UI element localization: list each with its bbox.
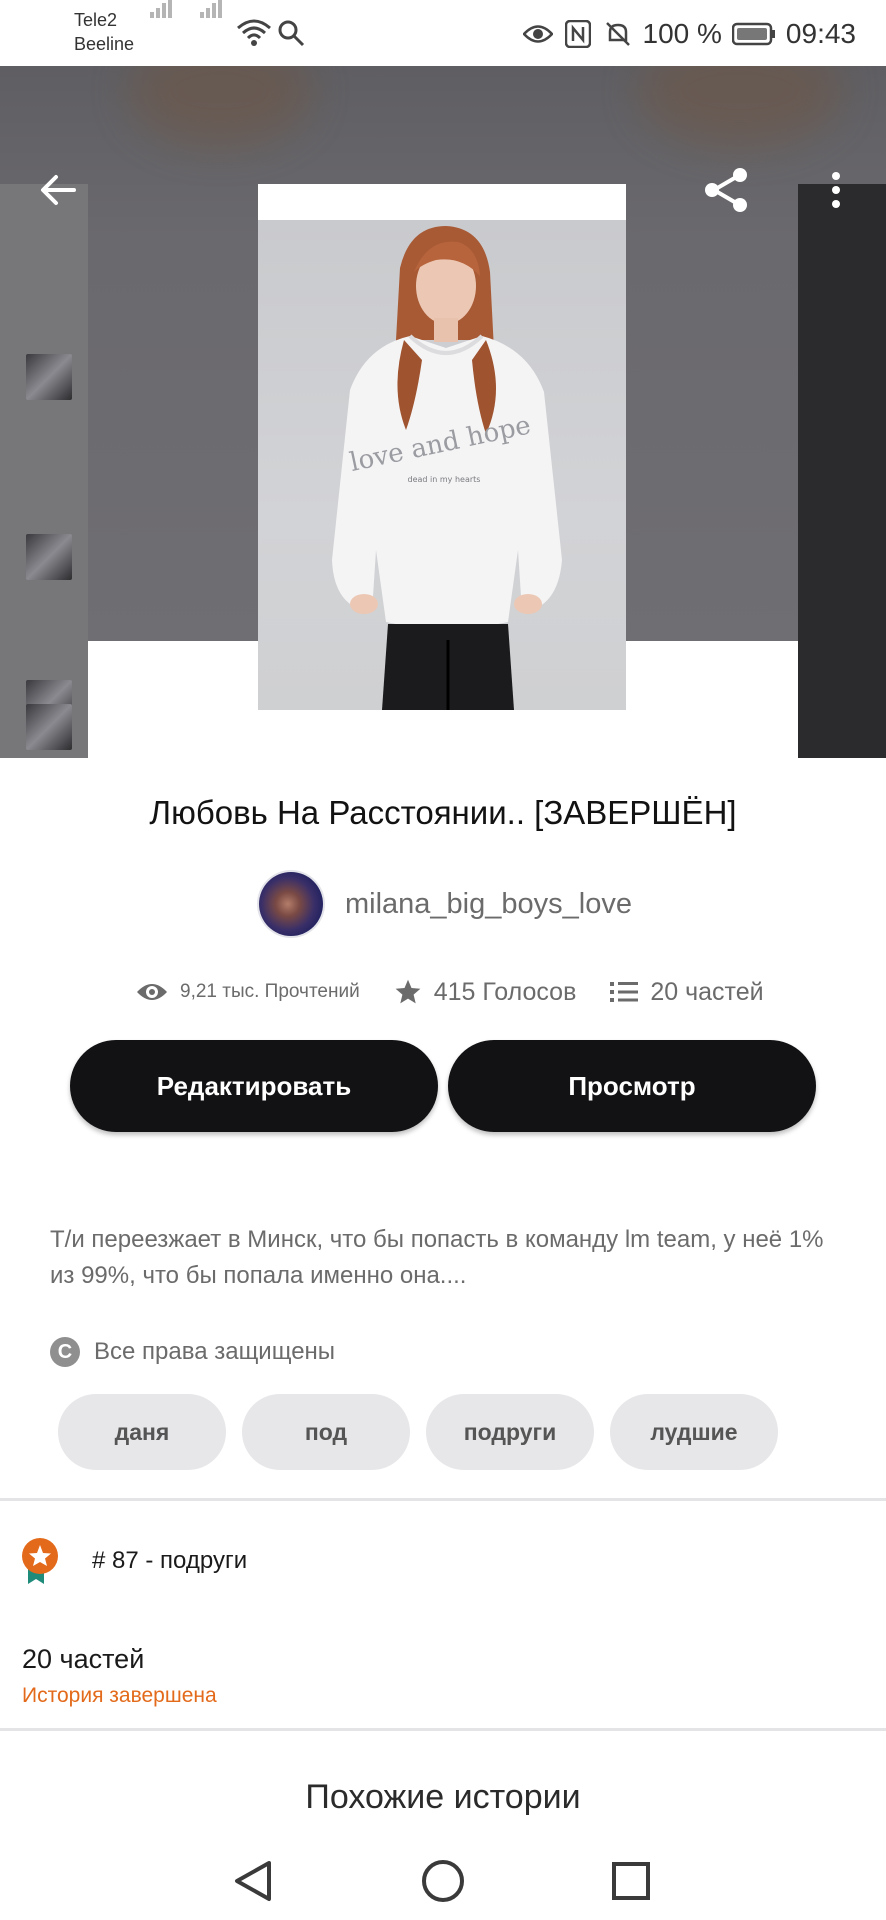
previous-story-preview[interactable] xyxy=(0,184,88,758)
triangle-back-icon xyxy=(235,1861,271,1901)
parts-count[interactable]: 20 частей xyxy=(22,1644,144,1675)
reads-stat: 9,21 тыс. Прочтений xyxy=(136,981,360,1003)
system-navigation-bar xyxy=(0,1840,886,1920)
list-icon xyxy=(610,982,639,1002)
nav-home-button[interactable] xyxy=(408,1846,478,1916)
wifi-icon xyxy=(236,18,272,53)
parts-stat: 20 частей xyxy=(610,977,764,1007)
carrier-2: Beeline xyxy=(74,34,135,54)
arrow-left-icon xyxy=(41,175,76,205)
avatar xyxy=(259,872,323,936)
star-icon xyxy=(395,979,421,1004)
tag-chip[interactable]: даня xyxy=(58,1394,226,1470)
ranking-badge-icon xyxy=(22,1538,58,1584)
battery-percent: 100 % xyxy=(642,18,722,49)
story-status: История завершена xyxy=(22,1684,217,1707)
similar-stories-heading: Похожие истории xyxy=(305,1778,581,1816)
clock: 09:43 xyxy=(785,18,856,49)
status-bar: Tele2 Beeline 100 % 09:43 xyxy=(0,0,886,66)
reads-count: 9,21 тыс. Прочтений xyxy=(180,981,360,1002)
tag-chip[interactable]: под xyxy=(242,1394,410,1470)
tag-chip[interactable]: подруги xyxy=(426,1394,594,1470)
edit-button[interactable]: Редактировать xyxy=(70,1040,438,1132)
search-icon xyxy=(276,18,306,53)
thumbnail-image xyxy=(26,354,72,400)
tag-list: даня под подруги лудшие xyxy=(58,1394,778,1470)
nfc-icon xyxy=(563,19,593,49)
mute-icon xyxy=(603,19,633,49)
thumbnail-image xyxy=(26,704,72,750)
copyright-text: Все права защищены xyxy=(94,1338,336,1365)
divider xyxy=(0,1728,886,1731)
more-vertical-icon xyxy=(832,172,840,208)
story-description: Т/и переезжает в Минск, что бы попасть в… xyxy=(50,1226,824,1289)
story-title: Любовь На Расстоянии.. [ЗАВЕРШЁН] xyxy=(149,794,737,831)
eye-icon xyxy=(137,984,167,1000)
author-name: milana_big_boys_love xyxy=(345,887,632,920)
nav-back-button[interactable] xyxy=(218,1846,288,1916)
more-options-button[interactable] xyxy=(812,166,860,214)
copyright-notice: C Все права защищены xyxy=(50,1334,335,1370)
share-button[interactable] xyxy=(698,162,754,218)
carrier-1: Tele2 xyxy=(74,10,118,30)
view-button[interactable]: Просмотр xyxy=(448,1040,816,1132)
tag-chip[interactable]: лудшие xyxy=(610,1394,778,1470)
story-stats: 9,21 тыс. Прочтений 415 Голосов 20 часте… xyxy=(136,974,764,1010)
author-link[interactable]: milana_big_boys_love xyxy=(259,872,632,936)
story-cover-header: love and hope dead in my hearts xyxy=(0,66,886,758)
circle-home-icon xyxy=(422,1860,464,1902)
battery-icon xyxy=(731,19,776,49)
next-story-preview[interactable] xyxy=(798,184,886,758)
nav-recents-button[interactable] xyxy=(596,1846,666,1916)
back-button[interactable] xyxy=(34,166,82,214)
thumbnail-image xyxy=(26,534,72,580)
square-recents-icon xyxy=(612,1862,650,1900)
svg-text:dead in my hearts: dead in my hearts xyxy=(408,475,481,484)
votes-stat: 415 Голосов xyxy=(394,977,577,1007)
cover-image: love and hope dead in my hearts xyxy=(258,220,626,710)
carrier-info: Tele2 Beeline xyxy=(74,8,134,56)
copyright-icon: C xyxy=(50,1337,80,1367)
parts-count-stat: 20 частей xyxy=(650,977,764,1006)
divider xyxy=(0,1498,886,1501)
share-icon xyxy=(705,168,747,212)
ranking-text[interactable]: # 87 - подруги xyxy=(92,1547,247,1575)
votes-count: 415 Голосов xyxy=(433,977,577,1006)
eye-icon xyxy=(522,19,553,49)
story-cover[interactable]: love and hope dead in my hearts xyxy=(258,184,626,710)
ranking-row[interactable] xyxy=(20,1536,60,1586)
status-right: 100 % 09:43 xyxy=(522,14,856,54)
